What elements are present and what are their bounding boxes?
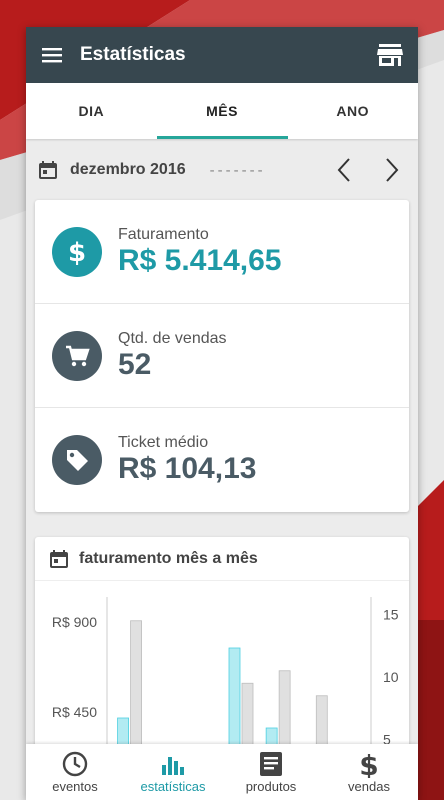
- chart-title: faturamento mês a mês: [79, 549, 258, 567]
- dollar-icon: $: [52, 226, 102, 277]
- stat-row-faturamento: $ Faturamento R$ 5.414,65: [35, 200, 409, 304]
- tab-mes[interactable]: MÊS: [157, 83, 288, 139]
- clock-icon: [61, 750, 89, 778]
- bottom-navigation: eventos estatísticas produtos $ vendas: [26, 744, 418, 800]
- tab-dia[interactable]: DIA: [26, 83, 157, 139]
- svg-text:$: $: [359, 750, 378, 778]
- stats-card: $ Faturamento R$ 5.414,65 Qtd. de vendas…: [35, 200, 409, 512]
- y-tick-label-right: 10: [383, 669, 399, 685]
- nav-label: vendas: [348, 779, 390, 794]
- app-window: Estatísticas DIA MÊS ANO dezembro 2016 -…: [26, 27, 418, 800]
- svg-text:$: $: [68, 238, 86, 267]
- y-tick-label-left: R$ 900: [52, 614, 97, 630]
- chevron-right-icon[interactable]: [378, 156, 406, 184]
- chevron-left-icon[interactable]: [330, 156, 358, 184]
- tag-icon: [52, 435, 102, 485]
- bar-chart-icon: [159, 750, 187, 778]
- stat-label: Qtd. de vendas: [118, 329, 227, 347]
- nav-label: eventos: [52, 779, 98, 794]
- stat-row-vendas: Qtd. de vendas 52: [35, 304, 409, 408]
- stat-value: R$ 104,13: [118, 452, 257, 485]
- stat-label: Ticket médio: [118, 434, 209, 451]
- nav-label: produtos: [245, 779, 297, 794]
- period-dashes: -------: [209, 161, 266, 179]
- nav-item-produtos[interactable]: produtos: [222, 744, 320, 800]
- nav-item-vendas[interactable]: $ vendas: [320, 744, 418, 800]
- y-tick-label-left: R$ 450: [52, 704, 97, 720]
- page-title: Estatísticas: [80, 44, 186, 65]
- stat-label: Faturamento: [118, 225, 209, 243]
- tab-ano[interactable]: ANO: [287, 83, 418, 139]
- tab-indicator: [157, 136, 288, 139]
- chart-header: faturamento mês a mês: [35, 537, 409, 581]
- nav-item-eventos[interactable]: eventos: [26, 744, 124, 800]
- app-bar: Estatísticas: [26, 27, 418, 83]
- stat-row-ticket: Ticket médio R$ 104,13: [35, 408, 409, 512]
- period-tabs: DIA MÊS ANO: [26, 83, 418, 139]
- cart-icon: [52, 330, 102, 381]
- store-icon[interactable]: [376, 41, 404, 69]
- background-shape: [414, 620, 444, 800]
- y-tick-label-right: 15: [383, 607, 399, 623]
- stat-value: 52: [118, 347, 152, 381]
- stat-value: R$ 5.414,65: [118, 243, 282, 277]
- document-icon: [257, 750, 285, 778]
- menu-icon[interactable]: [40, 43, 64, 67]
- calendar-icon: [49, 549, 69, 569]
- nav-item-estatisticas[interactable]: estatísticas: [124, 744, 222, 800]
- dollar-icon: $: [355, 750, 383, 778]
- calendar-icon: [38, 160, 58, 180]
- period-label: dezembro 2016: [70, 161, 186, 178]
- nav-label: estatísticas: [140, 779, 206, 794]
- period-selector: dezembro 2016 -------: [26, 139, 418, 201]
